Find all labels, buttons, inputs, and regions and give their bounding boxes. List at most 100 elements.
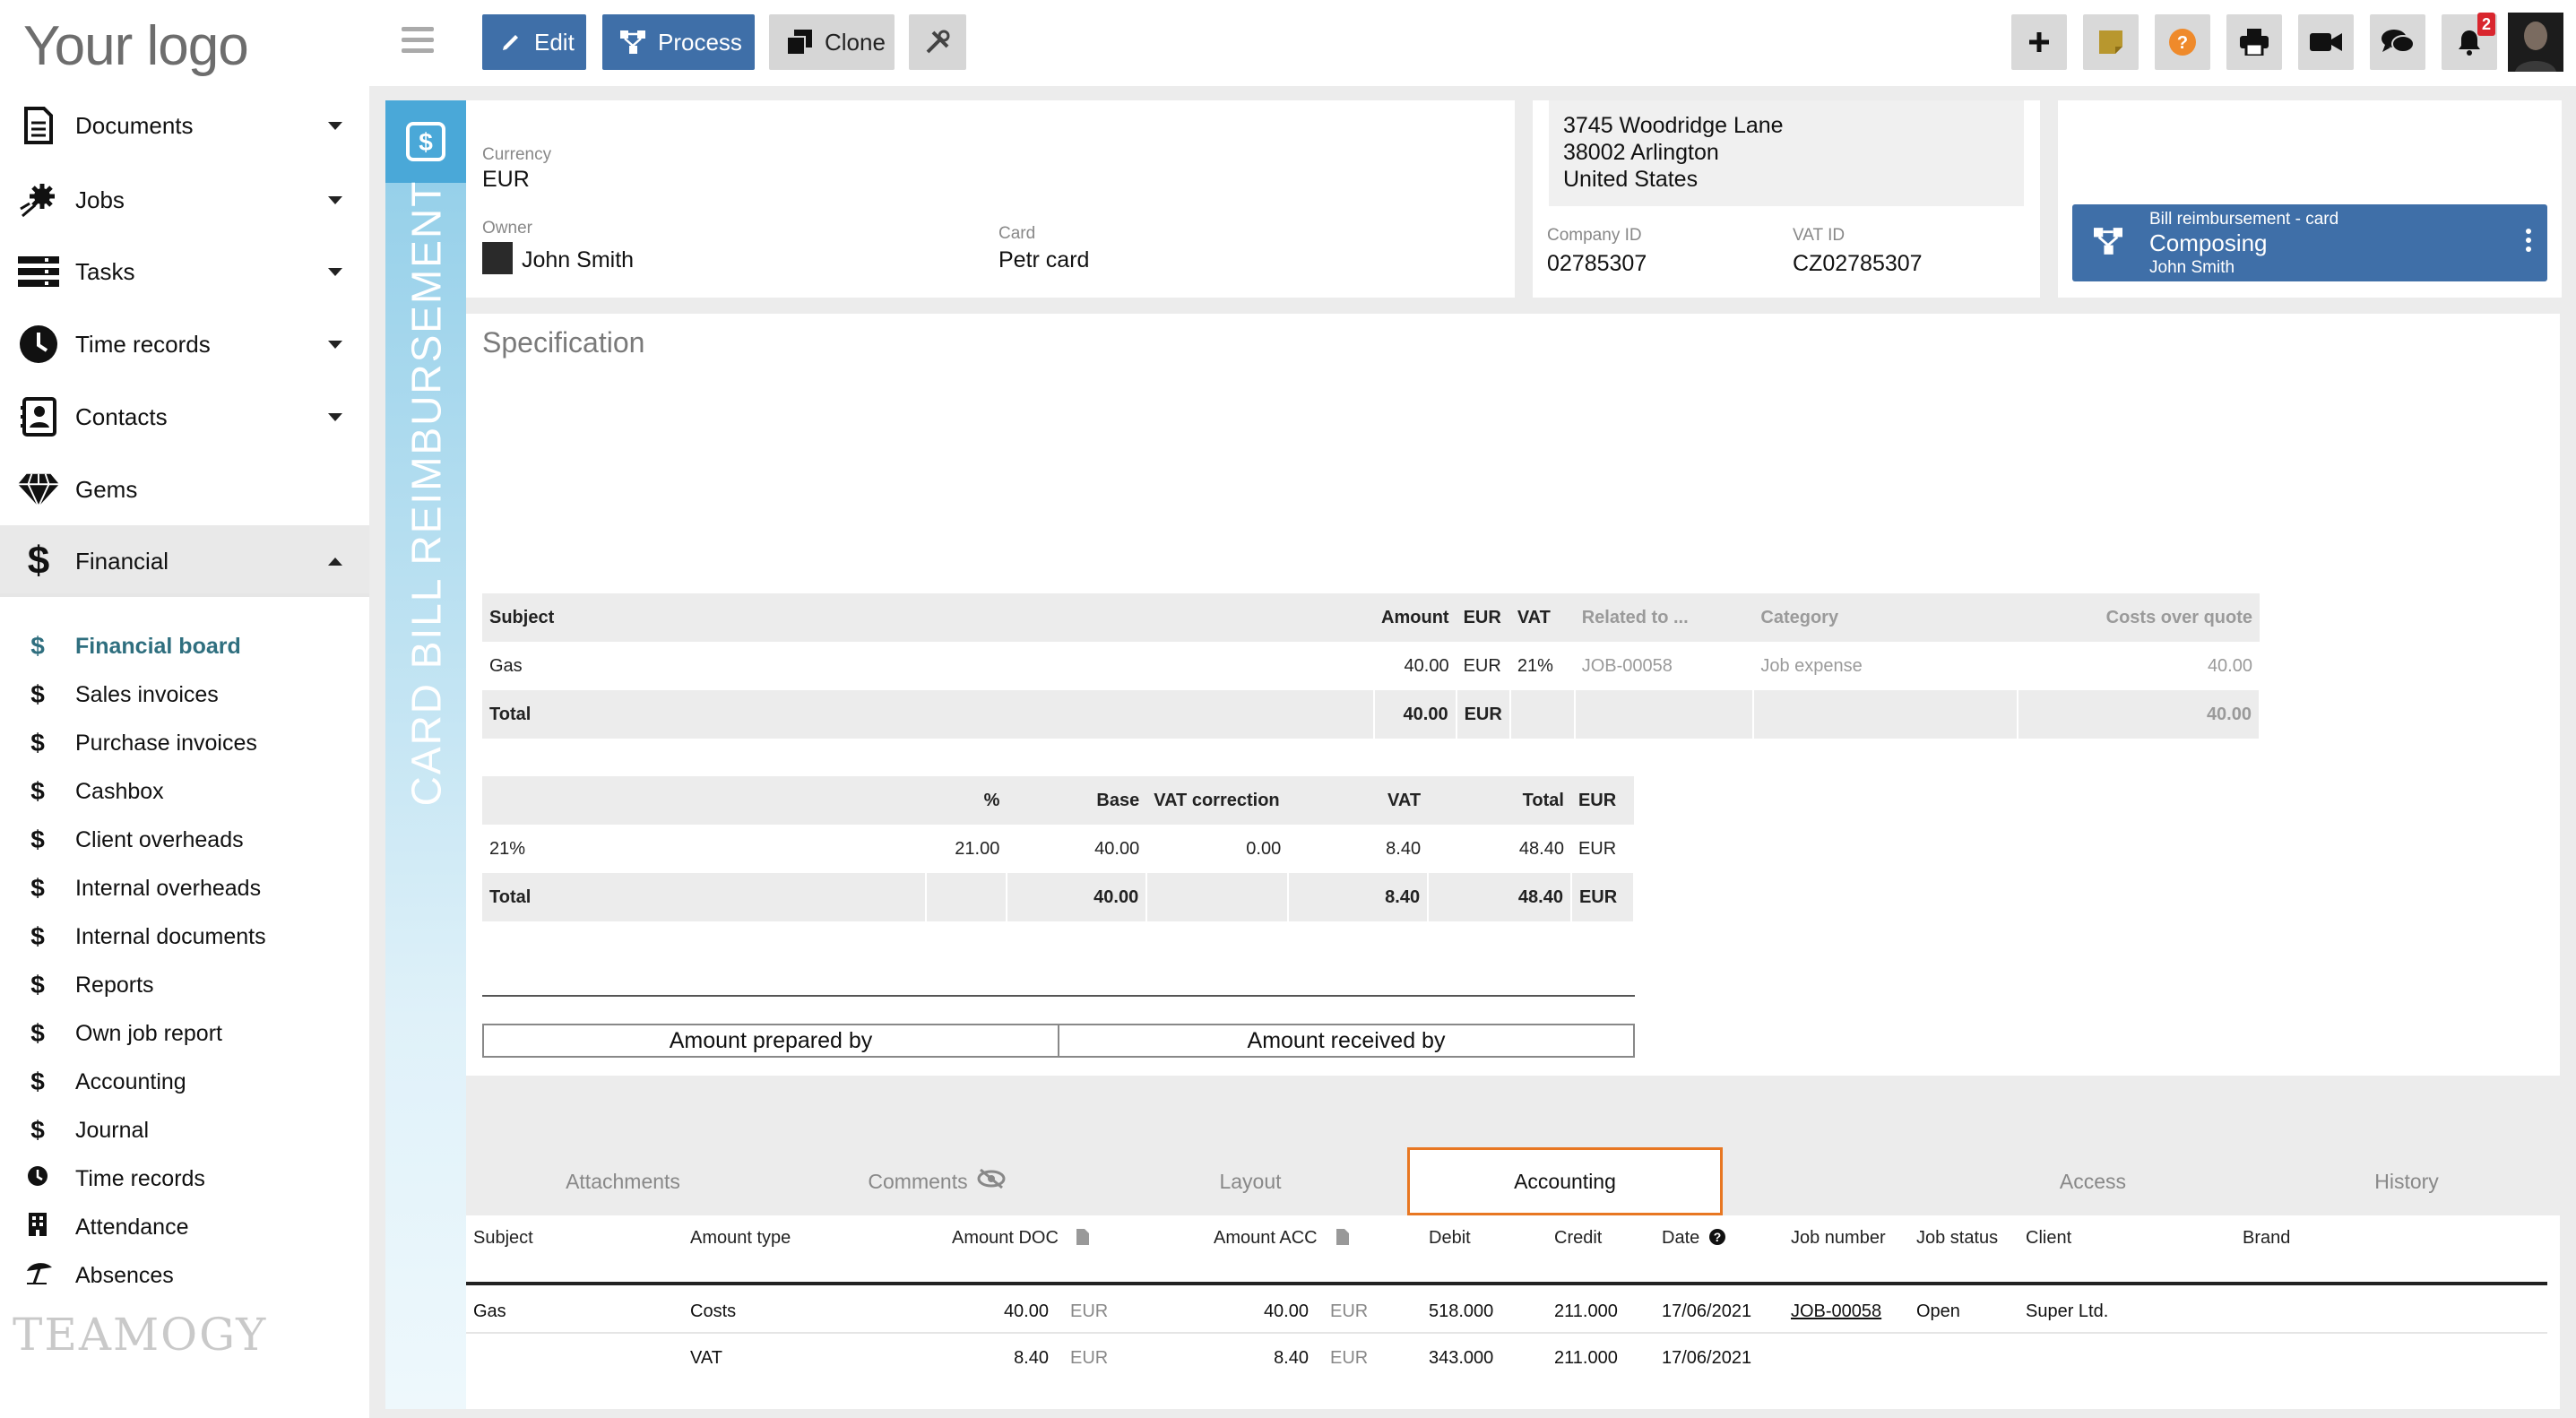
column-header [482,776,927,825]
sidebar-item-label: Contacts [75,402,168,430]
process-button[interactable]: Process [602,14,755,70]
submenu-item-absences[interactable]: Absences [0,1251,369,1300]
card-value: Petr card [998,247,1090,272]
cell-vat: 21% [1517,655,1553,676]
cell-date: 17/06/2021 [1662,1301,1752,1321]
column-header: Credit [1554,1228,1603,1248]
tab-comments[interactable]: Comments [780,1147,1094,1215]
submenu-item-label: Reports [75,972,154,998]
sidebar-item-gems[interactable]: Gems [0,454,369,525]
workflow-name: Bill reimbursement - card [2149,210,2339,229]
submenu-item-label: Client overheads [75,826,244,852]
table-row[interactable]: 21% 21.00 40.00 0.00 8.40 48.40 EUR [482,825,1634,873]
tools-button[interactable] [909,14,966,70]
tab-layout[interactable]: Layout [1094,1147,1407,1215]
submenu-item-purchase-invoices[interactable]: $ Purchase invoices [0,719,369,767]
tab-attachments[interactable]: Attachments [466,1147,780,1215]
cell-currency-doc: EUR [1070,1348,1109,1368]
submenu-item-label: Purchase invoices [75,730,257,756]
submenu-item-journal[interactable]: $ Journal [0,1106,369,1154]
sidebar-item-label: Documents [75,111,194,139]
column-header: Subject [482,593,1375,642]
dollar-icon: $ [30,826,45,853]
sidebar-item-time-records[interactable]: Time records [0,308,369,380]
help-icon[interactable]: ? [2155,14,2210,70]
row-divider [466,1332,2547,1334]
submenu-item-financial-board[interactable]: $ Financial board [0,622,369,670]
items-table: Subject Amount EUR VAT Related to ... Ca… [482,593,2260,739]
edit-button[interactable]: Edit [482,14,586,70]
total-vat-correction [1146,873,1290,921]
cell-credit: 211.000 [1554,1301,1618,1321]
workflow-status-button[interactable]: Bill reimbursement - card Composing John… [2072,204,2547,281]
cell-amount-type: VAT [690,1348,722,1368]
sidebar: Your logo Documents Jobs Tasks Time reco… [0,0,369,1418]
submenu-item-internal-overheads[interactable]: $ Internal overheads [0,864,369,912]
total-currency: EUR [1456,690,1511,739]
submenu-item-cashbox[interactable]: $ Cashbox [0,767,369,816]
column-header: Amount [1374,593,1457,642]
submenu-item-accounting[interactable]: $ Accounting [0,1058,369,1106]
cell-job-number-link[interactable]: JOB-00058 [1791,1301,1881,1322]
print-icon[interactable] [2226,14,2282,70]
dollar-icon: $ [30,1019,45,1047]
document-type-label: CARD BILL REIMBURSEMENT [385,180,466,807]
notifications-icon[interactable]: 2 [2442,13,2497,70]
submenu-item-own-job-report[interactable]: $ Own job report [0,1009,369,1058]
cell-vat: 8.40 [1386,838,1422,859]
cell-subject: Gas [473,1301,506,1321]
user-avatar[interactable] [2508,13,2563,72]
chat-icon[interactable] [2370,14,2425,70]
submenu-item-label: Financial board [75,633,241,659]
building-icon [25,1212,50,1242]
submenu-item-time-records[interactable]: Time records [0,1154,369,1203]
cell-job-status: Open [1916,1301,1960,1321]
submenu-item-attendance[interactable]: Attendance [0,1203,369,1251]
column-header: EUR [1456,593,1510,642]
sidebar-item-jobs[interactable]: Jobs [0,164,369,236]
owner-value[interactable]: John Smith [522,247,634,273]
column-header: Amount DOC [952,1228,1059,1248]
cell-costs-over-quote: 40.00 [2207,655,2252,676]
sidebar-item-documents[interactable]: Documents [0,90,369,161]
logo[interactable]: Your logo [23,14,249,78]
table-row[interactable]: Gas 40.00 EUR 21% JOB-00058 Job expense … [482,642,2260,690]
help-icon[interactable]: ? [1708,1228,1726,1251]
tab-accounting[interactable]: Accounting [1407,1147,1723,1215]
sidebar-item-tasks[interactable]: Tasks [0,236,369,307]
tools-icon [924,29,951,56]
more-vertical-icon[interactable] [2526,228,2531,257]
total-vat: 8.40 [1288,873,1430,921]
tab-history[interactable]: History [2250,1147,2563,1215]
table-header-row: Subject Amount EUR VAT Related to ... Ca… [482,593,2260,642]
tab-access[interactable]: Access [1936,1147,2250,1215]
column-header: VAT correction [1146,776,1289,825]
chevron-up-icon [328,557,342,566]
sidebar-item-contacts[interactable]: Contacts [0,381,369,453]
video-icon[interactable] [2298,14,2354,70]
column-header: VAT [1288,776,1429,825]
address-line-3: United States [1563,167,1699,192]
add-icon[interactable] [2011,14,2067,70]
table-total-row: Total 40.00 EUR 40.00 [482,690,2260,739]
clone-button[interactable]: Clone [769,14,895,70]
contacts-icon [18,396,59,437]
submenu-item-sales-invoices[interactable]: $ Sales invoices [0,670,369,719]
chevron-down-icon [328,340,342,349]
menu-toggle-icon[interactable] [402,27,434,54]
clock-icon [18,324,59,365]
submenu-item-internal-documents[interactable]: $ Internal documents [0,912,369,961]
note-icon[interactable] [2083,14,2139,70]
dollar-icon: $ [30,680,45,708]
submenu-item-client-overheads[interactable]: $ Client overheads [0,816,369,864]
supplier-address: 3745 Woodridge Lane 38002 Arlington Unit… [1549,100,2024,206]
column-header: Total [1428,776,1571,825]
column-header: Base [1007,776,1147,825]
column-header: Subject [473,1228,533,1248]
currency-value: EUR [482,167,530,192]
total-label: Total [482,873,928,921]
submenu-item-reports[interactable]: $ Reports [0,961,369,1009]
dollar-icon: $ [30,971,45,999]
sidebar-item-financial[interactable]: $ Financial [0,525,369,597]
table-header-row: % Base VAT correction VAT Total EUR [482,776,1634,825]
